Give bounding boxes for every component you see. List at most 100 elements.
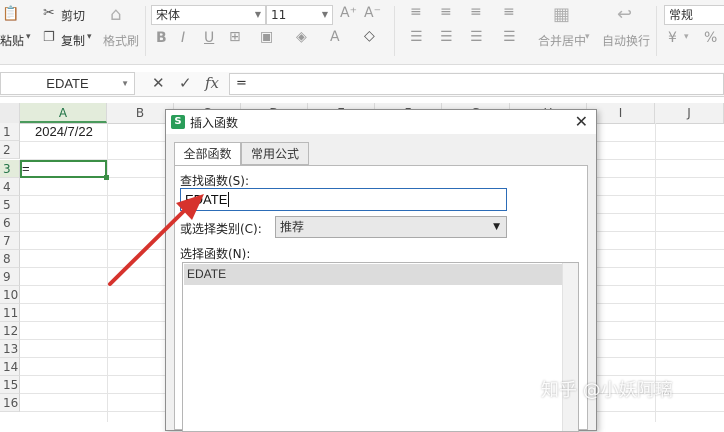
font-name-select[interactable]: 宋体 ▼ [151, 5, 266, 25]
border-icon[interactable]: ⊞ [229, 29, 241, 45]
cut-button[interactable]: 剪切 [61, 7, 85, 24]
column-header[interactable]: I [587, 103, 655, 123]
row-header[interactable]: 13 [0, 340, 20, 358]
copy-dropdown-icon[interactable]: ▾ [87, 32, 92, 42]
row-header[interactable]: 6 [0, 214, 20, 232]
currency-symbol: ¥ [668, 30, 677, 46]
column-header[interactable]: J [655, 103, 724, 123]
close-icon[interactable]: ✕ [575, 112, 588, 131]
function-list[interactable]: EDATE [182, 262, 579, 432]
name-box[interactable]: EDATE ▼ [0, 72, 135, 95]
decrease-font-icon[interactable]: A⁻ [364, 5, 381, 21]
copy-icon[interactable]: ❐ [43, 30, 55, 45]
chevron-down-icon: ▼ [321, 10, 328, 19]
column-header[interactable]: A [20, 103, 107, 123]
insert-function-dialog: S 插入函数 ✕ 全部函数 常用公式 查找函数(S): EDATE 或选择类别(… [165, 109, 597, 432]
formula-value: = [236, 76, 247, 91]
format-painter-icon[interactable]: ⌂ [110, 4, 121, 25]
row-header[interactable]: 1 [0, 123, 20, 141]
category-select[interactable]: 推荐 ▼ [275, 216, 507, 238]
paste-dropdown-icon[interactable]: ▾ [26, 32, 31, 42]
copy-button[interactable]: 复制 [61, 32, 85, 49]
align-center-icon[interactable]: ☰ [440, 29, 453, 45]
merge-dropdown-icon[interactable]: ▾ [585, 32, 590, 42]
font-size-select[interactable]: 11 ▼ [266, 5, 333, 25]
fill-style-icon[interactable]: ▣ [260, 29, 273, 45]
align-top-icon[interactable]: ≡ [410, 4, 422, 20]
row-header[interactable]: 2 [0, 141, 20, 159]
category-value: 推荐 [280, 220, 305, 234]
font-color-icon[interactable]: A [330, 29, 340, 45]
eraser-icon[interactable]: ◇ [364, 28, 375, 44]
list-scrollbar[interactable] [562, 263, 578, 431]
row-header[interactable]: 12 [0, 322, 20, 340]
currency-icon[interactable]: ¥ [668, 30, 677, 46]
list-item[interactable]: EDATE [184, 264, 576, 285]
cell-a3-content: = [22, 161, 30, 176]
active-cell-a3[interactable] [20, 160, 107, 178]
row-header[interactable]: 7 [0, 232, 20, 250]
row-header[interactable]: 3 [0, 160, 20, 178]
ribbon-divider [394, 6, 395, 56]
italic-icon[interactable]: I [181, 30, 185, 46]
select-all-corner[interactable] [0, 103, 20, 123]
row-header[interactable]: 10 [0, 286, 20, 304]
row-header[interactable]: 15 [0, 376, 20, 394]
align-right-icon[interactable]: ☰ [470, 29, 483, 45]
confirm-icon[interactable]: ✓ [179, 74, 192, 92]
distribute-icon[interactable]: ☰ [503, 29, 516, 45]
wps-spreadsheet-icon: S [171, 115, 185, 129]
scissors-icon[interactable]: ✂ [43, 5, 55, 21]
align-middle-icon[interactable]: ≡ [440, 4, 452, 20]
format-painter-button[interactable]: 格式刷 [103, 32, 139, 49]
bold-icon[interactable]: B [156, 30, 167, 46]
row-header[interactable]: 5 [0, 196, 20, 214]
cancel-icon[interactable]: ✕ [152, 74, 165, 92]
arrow-shaft [108, 205, 190, 286]
watermark: 知乎 @小妖阿璃 [541, 380, 673, 401]
percent-icon[interactable]: % [704, 30, 717, 46]
search-label: 查找函数(S): [180, 174, 250, 188]
row-header[interactable]: 11 [0, 304, 20, 322]
merge-cells-icon[interactable]: ▦ [553, 4, 570, 25]
row-header[interactable]: 16 [0, 394, 20, 412]
align-bottom-icon[interactable]: ≡ [470, 4, 482, 20]
number-format-value: 常规 [669, 8, 694, 22]
font-name-value: 宋体 [156, 8, 181, 22]
orientation-icon[interactable]: ≡ [503, 4, 515, 20]
dialog-titlebar[interactable]: S 插入函数 ✕ [166, 110, 596, 134]
currency-dropdown-icon[interactable]: ▾ [684, 32, 689, 42]
row-header[interactable]: 4 [0, 178, 20, 196]
row-header[interactable]: 8 [0, 250, 20, 268]
wrap-text-button[interactable]: 自动换行 [602, 32, 650, 49]
increase-font-icon[interactable]: A⁺ [340, 5, 357, 21]
row-header[interactable]: 9 [0, 268, 20, 286]
function-icon[interactable]: fx [205, 74, 219, 92]
align-left-icon[interactable]: ☰ [410, 29, 423, 45]
function-search-input[interactable]: EDATE [180, 188, 507, 211]
paste-icon[interactable]: 📋 [2, 6, 19, 22]
dialog-title: 插入函数 [190, 116, 239, 130]
text-cursor [228, 192, 230, 207]
column-header[interactable]: B [107, 103, 174, 123]
row-header[interactable]: 14 [0, 358, 20, 376]
fill-handle[interactable] [104, 175, 109, 180]
formula-input[interactable]: = [229, 73, 724, 95]
name-box-value: EDATE [46, 76, 89, 91]
underline-icon[interactable]: U [204, 30, 214, 46]
chevron-down-icon: ▼ [121, 79, 129, 88]
paste-button[interactable]: 粘贴 [0, 32, 24, 49]
merge-center-button[interactable]: 合并居中 [538, 32, 586, 49]
font-size-value: 11 [271, 8, 287, 22]
chevron-down-icon: ▼ [254, 10, 261, 19]
number-format-select[interactable]: 常规 [664, 5, 724, 25]
tab-all-functions[interactable]: 全部函数 [174, 142, 241, 166]
annotation-arrow [108, 194, 204, 286]
tab-common-formulas[interactable]: 常用公式 [241, 142, 309, 165]
ribbon-divider [656, 6, 657, 56]
fill-color-icon[interactable]: ◈ [296, 29, 307, 45]
ribbon-toolbar: 📋 粘贴 ▾ ✂ 剪切 ❐ 复制 ▾ ⌂ 格式刷 宋体 ▼ 11 ▼ A⁺ A⁻… [0, 0, 724, 65]
cell-a1[interactable]: 2024/7/22 [35, 124, 93, 139]
percent-symbol: % [704, 30, 718, 46]
wrap-text-icon[interactable]: ↩ [617, 4, 632, 25]
